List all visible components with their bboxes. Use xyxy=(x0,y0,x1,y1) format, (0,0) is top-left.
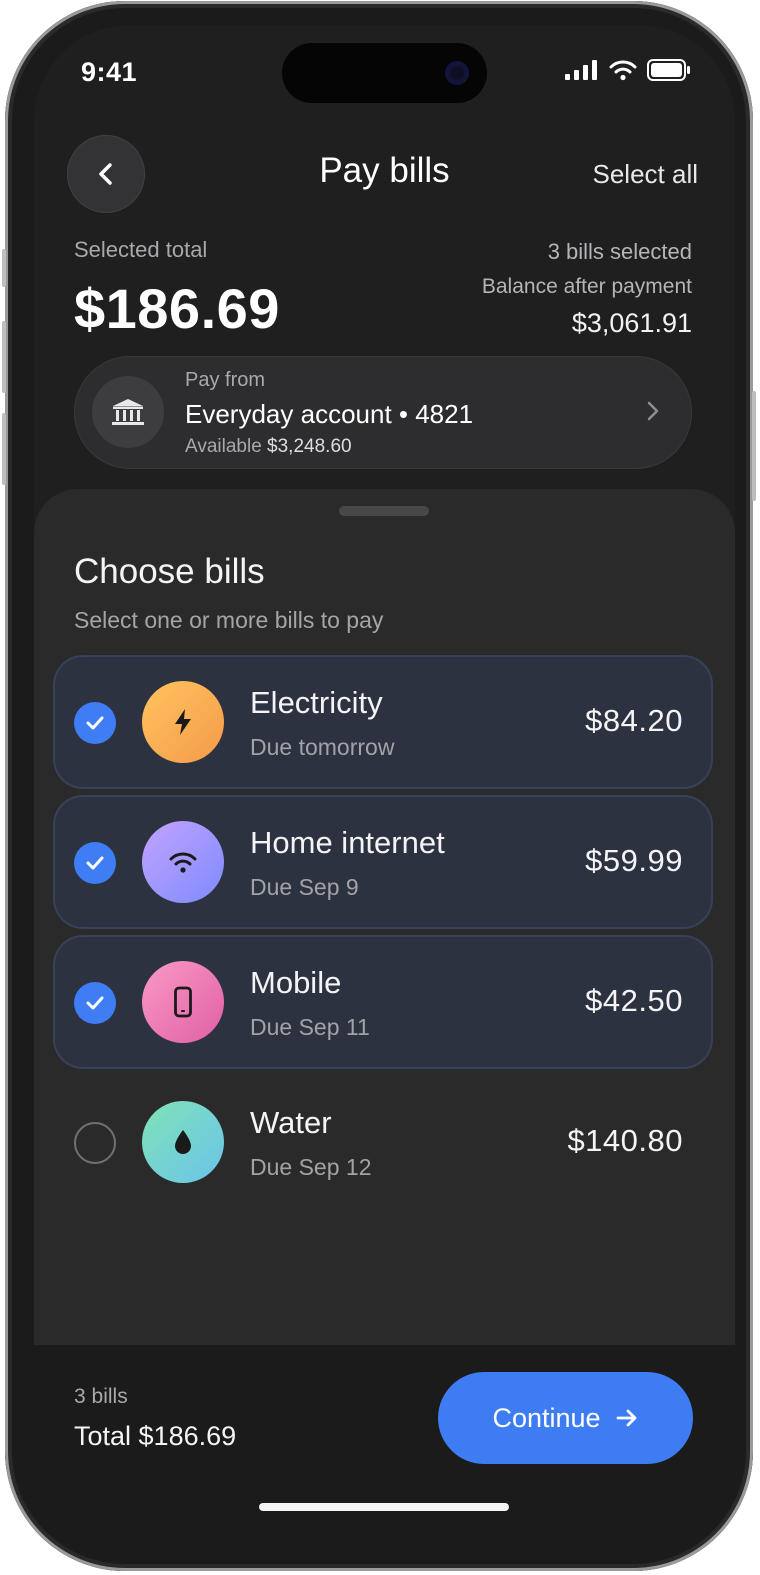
checkmark-icon xyxy=(86,856,104,870)
bill-checkbox[interactable] xyxy=(74,1122,116,1164)
bill-due-date: Due Sep 11 xyxy=(250,1014,370,1040)
available-balance: Available $3,248.60 xyxy=(185,436,352,458)
bill-row-mobile[interactable]: Mobile Due Sep 11 $42.50 xyxy=(53,935,713,1069)
sheet-subtitle: Select one or more bills to pay xyxy=(74,607,384,633)
volume-down-button xyxy=(2,413,6,485)
wifi-icon xyxy=(169,852,197,873)
screen: 9:41 Pay bills Select all Selected total… xyxy=(34,25,735,1547)
bill-name: Home internet xyxy=(250,825,445,860)
phone-frame: 9:41 Pay bills Select all Selected total… xyxy=(2,1,756,1571)
sheet-title: Choose bills xyxy=(74,552,265,591)
bills-selected-count: 3 bills selected xyxy=(547,239,692,264)
checkmark-icon xyxy=(86,996,104,1010)
bill-amount: $140.80 xyxy=(567,1123,683,1158)
water-drop-icon xyxy=(175,1130,191,1154)
bill-checkbox[interactable] xyxy=(74,842,116,884)
pay-from-label: Pay from xyxy=(185,369,266,391)
sheet-grabber[interactable] xyxy=(339,506,429,516)
bill-amount: $59.99 xyxy=(585,843,683,878)
status-icons xyxy=(565,59,691,81)
side-button xyxy=(2,249,6,287)
bill-row-home-internet[interactable]: Home internet Due Sep 9 $59.99 xyxy=(53,795,713,929)
wifi-status-icon xyxy=(609,60,637,81)
available-amount: $3,248.60 xyxy=(267,436,352,457)
selected-total-amount: $186.69 xyxy=(74,277,280,340)
bill-due-date: Due Sep 9 xyxy=(250,874,359,900)
status-time: 9:41 xyxy=(81,57,138,87)
arrow-right-icon xyxy=(616,1409,636,1427)
bill-name: Electricity xyxy=(250,685,383,720)
select-all-button[interactable]: Select all xyxy=(593,159,699,190)
bill-checkbox[interactable] xyxy=(74,702,116,744)
bill-icon-badge xyxy=(142,821,224,903)
checkmark-icon xyxy=(86,716,104,730)
chevron-right-icon xyxy=(647,401,659,421)
bill-row-water[interactable]: Water Due Sep 12 $140.80 xyxy=(53,1075,713,1209)
dynamic-island xyxy=(282,43,487,103)
bill-icon-badge xyxy=(142,681,224,763)
bill-amount: $84.20 xyxy=(585,703,683,738)
balance-after-amount: $3,061.91 xyxy=(571,308,692,338)
footer-bill-count: 3 bills xyxy=(74,1385,128,1408)
bill-icon-badge xyxy=(142,1101,224,1183)
balance-after-label: Balance after payment xyxy=(481,275,692,298)
power-button xyxy=(752,391,756,501)
phone-icon xyxy=(174,986,192,1018)
continue-label: Continue xyxy=(492,1402,601,1433)
bill-row-electricity[interactable]: Electricity Due tomorrow $84.20 xyxy=(53,655,713,789)
signal-icon xyxy=(565,60,597,80)
camera-icon xyxy=(445,61,469,85)
bill-name: Water xyxy=(250,1105,332,1140)
lightning-icon xyxy=(175,709,191,735)
footer-total: Total $186.69 xyxy=(74,1421,237,1451)
bill-due-date: Due tomorrow xyxy=(250,734,395,760)
selected-total-label: Selected total xyxy=(74,237,208,262)
account-name: Everyday account • 4821 xyxy=(185,399,474,429)
available-label: Available xyxy=(185,436,262,457)
bill-due-date: Due Sep 12 xyxy=(250,1154,372,1180)
bill-icon-badge xyxy=(142,961,224,1043)
continue-button[interactable]: Continue xyxy=(438,1372,693,1464)
volume-up-button xyxy=(2,321,6,393)
pay-from-account-selector[interactable]: Pay from Everyday account • 4821 Availab… xyxy=(74,356,692,469)
bank-avatar xyxy=(92,376,164,448)
bill-name: Mobile xyxy=(250,965,342,1000)
battery-icon xyxy=(647,59,690,81)
bank-icon xyxy=(112,399,144,425)
home-indicator[interactable] xyxy=(259,1503,509,1511)
bill-amount: $42.50 xyxy=(585,983,683,1018)
bottom-bar: 3 bills Total $186.69 Continue xyxy=(34,1345,735,1547)
bill-checkbox[interactable] xyxy=(74,982,116,1024)
